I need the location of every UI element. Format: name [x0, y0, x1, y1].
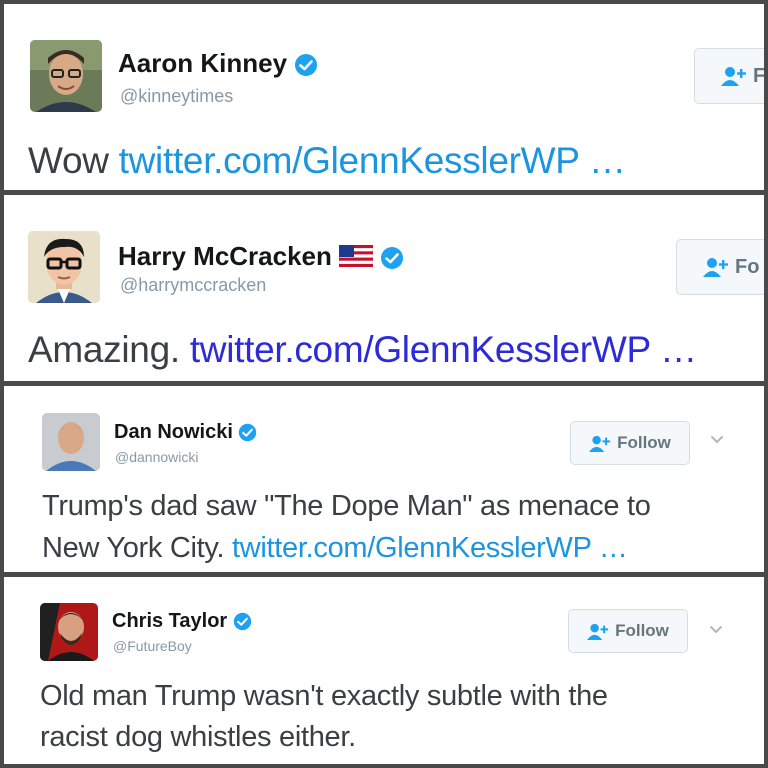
tweet-text-line-2: racist dog whistles either. — [40, 721, 356, 753]
tweet-card-3: Dan Nowicki @dannowicki Follow Trump's d… — [4, 386, 764, 572]
tweet-link[interactable]: twitter.com/GlennKesslerWP … — [119, 140, 626, 181]
add-user-icon — [589, 435, 611, 452]
display-name[interactable]: Aaron Kinney — [118, 48, 318, 79]
us-flag-icon — [338, 243, 374, 274]
tweet-card-1: Aaron Kinney @kinneytimes F Wow twitter.… — [4, 4, 764, 190]
tweet-card-4: Chris Taylor @FutureBoy Follow Old man T… — [4, 577, 764, 764]
user-handle[interactable]: @harrymccracken — [120, 275, 266, 296]
tweet-link[interactable]: twitter.com/GlennKesslerWP … — [232, 532, 628, 564]
verified-badge-icon — [294, 53, 318, 77]
tweet-link[interactable]: twitter.com/GlennKesslerWP … — [190, 329, 697, 370]
follow-button[interactable]: Follow — [570, 421, 690, 465]
add-user-icon — [587, 623, 609, 640]
avatar[interactable] — [40, 603, 98, 661]
verified-badge-icon — [238, 423, 257, 442]
display-name[interactable]: Dan Nowicki — [114, 421, 257, 444]
user-handle[interactable]: @kinneytimes — [120, 86, 233, 107]
verified-badge-icon — [233, 612, 252, 631]
avatar[interactable] — [30, 40, 102, 112]
avatar-photo-icon — [40, 603, 98, 661]
user-handle[interactable]: @dannowicki — [115, 449, 198, 465]
follow-button[interactable]: F — [694, 48, 764, 104]
tweet-text-line-1: Trump's dad saw "The Dope Man" as menace… — [42, 490, 651, 522]
tweet-text-line-1: Old man Trump wasn't exactly subtle with… — [40, 680, 608, 712]
add-user-icon — [721, 66, 747, 86]
tweet-text: Amazing. twitter.com/GlennKesslerWP … — [28, 329, 697, 370]
chevron-down-icon[interactable] — [709, 622, 723, 640]
avatar[interactable] — [28, 231, 100, 303]
display-name[interactable]: Harry McCracken — [118, 241, 404, 274]
verified-badge-icon — [380, 246, 404, 270]
avatar-photo-icon — [30, 40, 102, 112]
avatar-cartoon-icon — [28, 231, 100, 303]
chevron-down-icon[interactable] — [710, 432, 724, 450]
avatar[interactable] — [42, 413, 100, 471]
tweet-text: Wow twitter.com/GlennKesslerWP … — [28, 140, 626, 181]
avatar-photo-icon — [42, 413, 100, 471]
tweet-card-2: Harry McCracken @harrymccracken Fo Amazi… — [4, 195, 764, 381]
tweet-text-line-2: New York City. twitter.com/GlennKesslerW… — [42, 532, 628, 564]
add-user-icon — [703, 257, 729, 277]
follow-button[interactable]: Fo — [676, 239, 764, 295]
display-name[interactable]: Chris Taylor — [112, 610, 252, 633]
follow-button[interactable]: Follow — [568, 609, 688, 653]
user-handle[interactable]: @FutureBoy — [113, 638, 192, 654]
